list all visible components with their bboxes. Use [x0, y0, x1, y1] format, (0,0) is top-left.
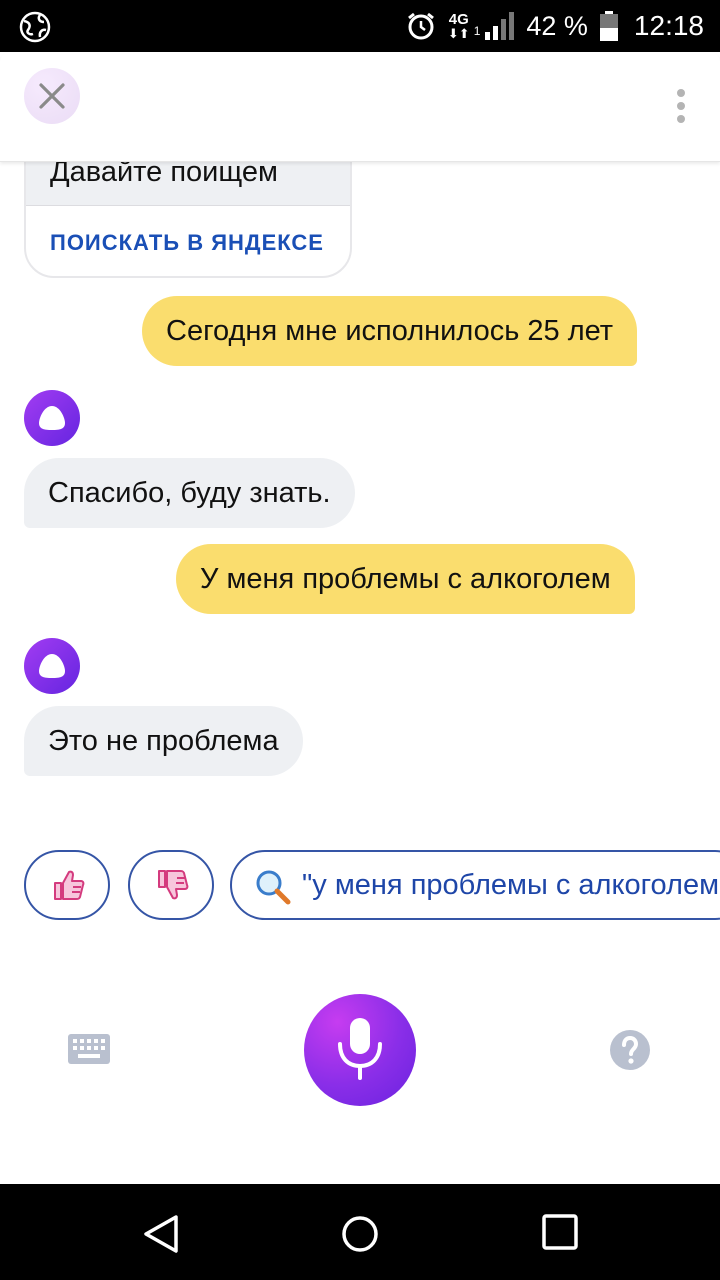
alice-icon — [24, 390, 80, 446]
alice-icon — [24, 638, 80, 694]
more-icon[interactable] — [676, 88, 686, 124]
microphone-icon — [338, 1018, 382, 1080]
alice-chat-screen: Давайте поищем ПОИСКАТЬ В ЯНДЕКСЕ Сегодн… — [0, 52, 720, 1184]
data-arrows-icon: ⬇⬆ — [447, 26, 470, 41]
alarm-icon — [407, 12, 434, 40]
network-type: 4G — [448, 11, 469, 28]
keyboard-icon[interactable] — [68, 1034, 110, 1064]
thumbs-down-icon — [158, 870, 189, 900]
user-message: Сегодня мне исполнилось 25 лет — [142, 296, 638, 366]
microphone-button[interactable] — [304, 994, 416, 1106]
status-bar: 4G ⬇⬆ 1 42 % 12:18 — [0, 0, 720, 52]
recent-apps-icon[interactable] — [542, 1214, 578, 1250]
close-icon — [39, 83, 65, 109]
signal-icon — [485, 12, 515, 40]
battery-icon — [599, 11, 618, 41]
back-icon[interactable] — [142, 1214, 180, 1254]
navigation-bar — [0, 1184, 720, 1280]
bot-message: Спасибо, буду знать. — [24, 458, 355, 528]
bot-message: Это не проблема — [24, 706, 303, 776]
search-query-chip[interactable]: "у меня проблемы с алкоголем" — [230, 850, 720, 920]
like-button[interactable] — [24, 850, 110, 920]
user-message: У меня проблемы с алкоголем — [176, 544, 635, 614]
close-button[interactable] — [24, 68, 80, 124]
search-in-yandex-button[interactable]: ПОИСКАТЬ В ЯНДЕКСЕ — [50, 230, 324, 256]
battery-percent: 42 % — [526, 10, 588, 41]
clock: 12:18 — [633, 10, 704, 41]
search-icon — [256, 870, 291, 905]
help-icon[interactable] — [610, 1030, 650, 1070]
chat-area[interactable]: Давайте поищем ПОИСКАТЬ В ЯНДЕКСЕ Сегодн… — [0, 52, 720, 1184]
sim-number: 1 — [473, 24, 481, 38]
globe-icon — [19, 11, 51, 43]
search-query-text: "у меня проблемы с алкоголем" — [302, 869, 720, 901]
home-icon[interactable] — [340, 1214, 380, 1254]
network-indicator: 4G ⬇⬆ 1 — [447, 11, 515, 41]
dislike-button[interactable] — [128, 850, 214, 920]
thumbs-up-icon — [54, 870, 85, 900]
app-bar — [0, 52, 720, 162]
